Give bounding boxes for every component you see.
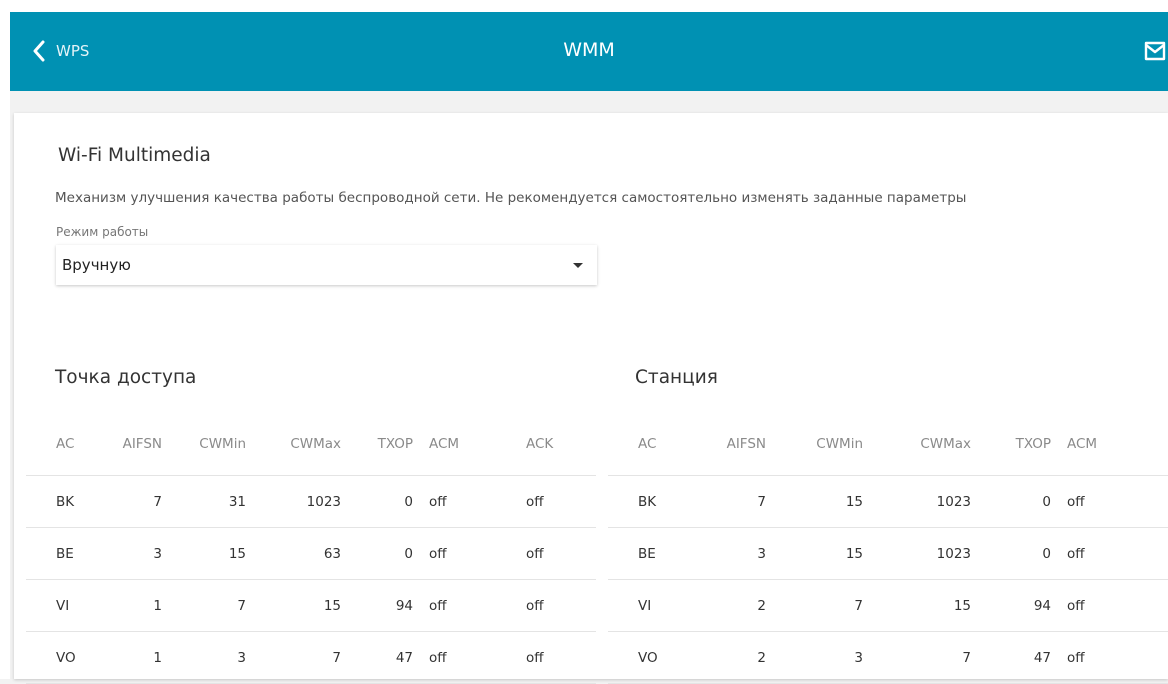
header-acm: ACM <box>413 413 478 476</box>
table-header-row: AC AIFSN CWMin CWMax TXOP ACM ACK <box>26 413 596 476</box>
table-cell: BK <box>608 475 678 528</box>
table-cell: 7 <box>162 579 246 632</box>
table-cell: 15 <box>246 579 341 632</box>
table-row: BE 3 15 1023 0 off <box>608 527 1168 580</box>
station-table: AC AIFSN CWMin CWMax TXOP ACM BK 7 15 1023 0… <box>608 413 1168 684</box>
table-cell: 7 <box>96 475 162 528</box>
table-cell: 47 <box>971 631 1051 684</box>
table-row: VI 1 7 15 94 off off <box>26 579 596 632</box>
table-cell: 15 <box>766 475 863 528</box>
table-cell: 15 <box>162 527 246 580</box>
table-cell: VO <box>26 631 96 684</box>
header-ac: AC <box>26 413 96 476</box>
table-cell: 94 <box>341 579 413 632</box>
table-cell: 1023 <box>863 475 971 528</box>
station-table-title: Станция <box>635 367 718 388</box>
table-cell: BK <box>26 475 96 528</box>
table-row: VO 2 3 7 47 off <box>608 631 1168 684</box>
table-cell: 1023 <box>246 475 341 528</box>
section-title: Wi-Fi Multimedia <box>58 145 211 166</box>
ap-table-title: Точка доступа <box>55 367 197 388</box>
table-cell: 7 <box>678 475 766 528</box>
table-cell: 0 <box>971 475 1051 528</box>
table-cell: 2 <box>678 579 766 632</box>
page-title: WMM <box>563 39 615 61</box>
table-cell: VO <box>608 631 678 684</box>
table-cell: 3 <box>678 527 766 580</box>
header-cwmin: CWMin <box>162 413 246 476</box>
table-cell: 15 <box>766 527 863 580</box>
table-cell: 31 <box>162 475 246 528</box>
ap-table: AC AIFSN CWMin CWMax TXOP ACM ACK BK 7 31 1… <box>26 413 596 684</box>
table-row: BK 7 15 1023 0 off <box>608 475 1168 528</box>
table-cell: off <box>478 579 596 632</box>
table-cell: 1 <box>96 579 162 632</box>
table-cell: off <box>413 475 478 528</box>
table-cell: off <box>478 631 596 684</box>
table-row: VI 2 7 15 94 off <box>608 579 1168 632</box>
header-aifsn: AIFSN <box>96 413 162 476</box>
table-cell: off <box>413 631 478 684</box>
table-row: BE 3 15 63 0 off off <box>26 527 596 580</box>
section-description: Механизм улучшения качества работы беспр… <box>55 190 967 206</box>
table-cell: 2 <box>678 631 766 684</box>
header-ack: ACK <box>478 413 596 476</box>
table-cell: 0 <box>341 475 413 528</box>
header-aifsn: AIFSN <box>678 413 766 476</box>
table-header-row: AC AIFSN CWMin CWMax TXOP ACM <box>608 413 1168 476</box>
caret-down-icon <box>573 263 583 268</box>
table-row: BK 7 31 1023 0 off off <box>26 475 596 528</box>
table-cell: off <box>1051 475 1168 528</box>
table-cell: 3 <box>162 631 246 684</box>
table-cell: BE <box>608 527 678 580</box>
header-txop: TXOP <box>341 413 413 476</box>
mode-label: Режим работы <box>56 225 149 239</box>
table-cell: off <box>1051 631 1168 684</box>
table-cell: 1023 <box>863 527 971 580</box>
table-cell: 7 <box>766 579 863 632</box>
table-cell: 15 <box>863 579 971 632</box>
header-cwmax: CWMax <box>246 413 341 476</box>
table-cell: off <box>1051 527 1168 580</box>
table-cell: 63 <box>246 527 341 580</box>
mode-select[interactable]: Вручную <box>56 245 597 285</box>
table-cell: 3 <box>766 631 863 684</box>
app-header: WPS WMM <box>10 12 1168 91</box>
table-cell: off <box>413 527 478 580</box>
table-cell: off <box>478 527 596 580</box>
settings-card: Wi-Fi Multimedia Механизм улучшения каче… <box>14 113 1168 684</box>
table-cell: 7 <box>246 631 341 684</box>
table-cell: 0 <box>971 527 1051 580</box>
table-cell: BE <box>26 527 96 580</box>
mode-select-value: Вручную <box>62 256 131 274</box>
table-cell: 1 <box>96 631 162 684</box>
table-cell: off <box>478 475 596 528</box>
table-row: VO 1 3 7 47 off off <box>26 631 596 684</box>
table-cell: off <box>1051 579 1168 632</box>
table-cell: VI <box>26 579 96 632</box>
mail-icon[interactable] <box>1142 38 1168 64</box>
table-cell: 47 <box>341 631 413 684</box>
window-frame-left <box>0 0 10 679</box>
table-cell: 3 <box>96 527 162 580</box>
table-cell: 0 <box>341 527 413 580</box>
header-cwmin: CWMin <box>766 413 863 476</box>
table-cell: off <box>413 579 478 632</box>
table-cell: 94 <box>971 579 1051 632</box>
header-ac: AC <box>608 413 678 476</box>
header-acm: ACM <box>1051 413 1168 476</box>
table-cell: 7 <box>863 631 971 684</box>
header-cwmax: CWMax <box>863 413 971 476</box>
window-frame-top <box>0 0 1168 12</box>
header-txop: TXOP <box>971 413 1051 476</box>
table-cell: VI <box>608 579 678 632</box>
